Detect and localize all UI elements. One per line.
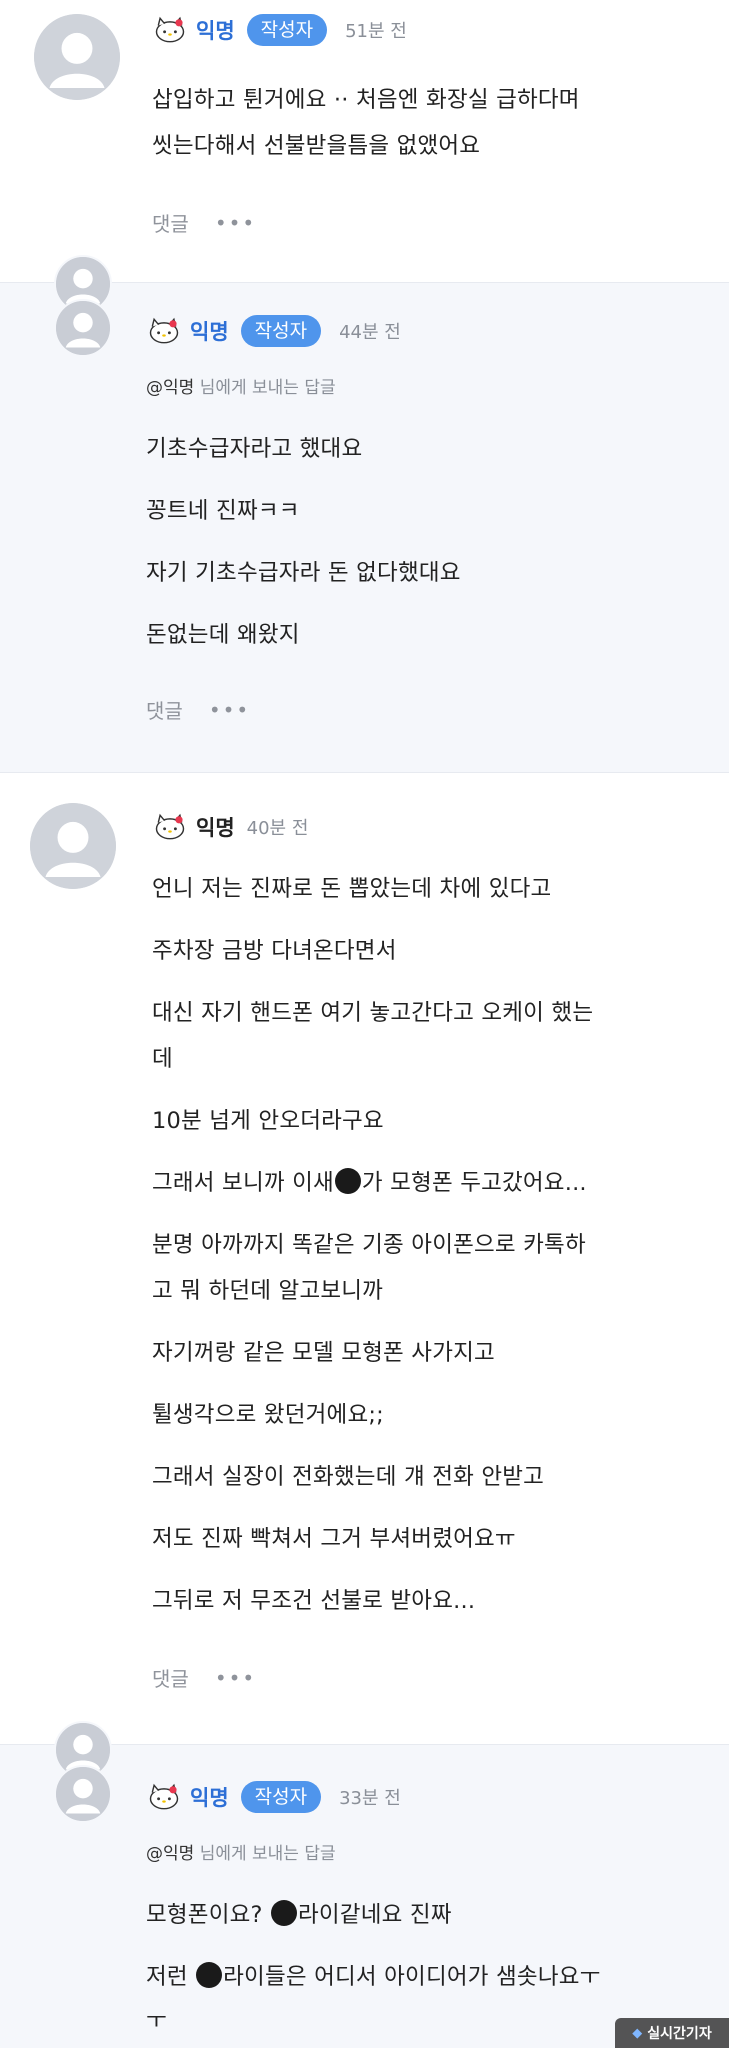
- comment-text-line: 분명 아까까지 똑같은 기종 아이폰으로 카톡하: [152, 1232, 586, 1258]
- nickname[interactable]: 익명: [190, 316, 229, 346]
- comment-text-line: 그래서 보니까 이새 가 모형폰 두고갔어요...: [152, 1165, 587, 1197]
- avatar[interactable]: [34, 14, 120, 100]
- comment-actions: 댓글 •••: [146, 695, 250, 724]
- comment-item: 익명 작성자 51분 전 삽입하고 튄거에요 ·· 처음엔 화장실 급하다며 씻…: [0, 0, 729, 282]
- comment-text-line: 기초수급자라고 했대요: [146, 436, 363, 462]
- author-badge: 작성자: [240, 314, 322, 348]
- author-badge: 작성자: [240, 1780, 322, 1814]
- reply-item: 익명 작성자 44분 전 @익명 님에게 보내는 답글 기초수급자라고 했대요 …: [0, 255, 729, 772]
- censor-blot: [196, 1962, 223, 1988]
- reply-button[interactable]: 댓글: [152, 1663, 189, 1692]
- comment-text-line: 튈생각으로 왔던거에요;;: [152, 1402, 384, 1428]
- comment-text-line: 데: [152, 1046, 173, 1072]
- timestamp: 40분 전: [246, 818, 309, 839]
- reply-button[interactable]: 댓글: [152, 208, 189, 237]
- comment-thread: 익명 작성자 51분 전 삽입하고 튄거에요 ·· 처음엔 화장실 급하다며 씻…: [0, 0, 729, 2048]
- logo-icon: ◆: [632, 2025, 643, 2041]
- comment-meta: 익명 작성자 51분 전: [152, 12, 407, 48]
- author-badge: 작성자: [246, 13, 328, 47]
- timestamp: 33분 전: [339, 1788, 401, 1809]
- watermark-text: 실시간기자: [647, 2026, 712, 2042]
- comment-text-line: ㅜ: [146, 2008, 167, 2034]
- hello-kitty-icon: [155, 813, 185, 840]
- text-segment: 라이들은 어디서 아이디어가 샘솟나요ㅜ: [223, 1964, 601, 1990]
- comment-meta: 익명 40분 전: [152, 809, 308, 845]
- text-segment: 그래서 보니까 이새: [152, 1170, 334, 1196]
- hello-kitty-icon: [149, 317, 179, 344]
- mention-suffix: 님에게 보내는 답글: [199, 378, 336, 398]
- comment-text-line: 자기꺼랑 같은 모델 모형폰 사가지고: [152, 1340, 495, 1366]
- reply-item: 익명 작성자 33분 전 @익명 님에게 보내는 답글 모형폰이요? 라이같네요…: [0, 1721, 729, 2048]
- timestamp: 44분 전: [339, 322, 401, 343]
- comment-text-line: 모형폰이요? 라이같네요 진짜: [146, 1897, 452, 1929]
- text-segment: 라이같네요 진짜: [298, 1902, 452, 1928]
- reply-button[interactable]: 댓글: [146, 695, 183, 724]
- more-options-button[interactable]: •••: [209, 698, 250, 722]
- nickname[interactable]: 익명: [190, 1782, 229, 1812]
- comment-text-line: 주차장 금방 다녀온다면서: [152, 938, 397, 964]
- hello-kitty-icon: [155, 16, 185, 43]
- comment-actions: 댓글 •••: [152, 208, 256, 237]
- more-options-button[interactable]: •••: [215, 1666, 256, 1690]
- hello-kitty-icon: [149, 1783, 179, 1810]
- avatar[interactable]: [54, 299, 112, 357]
- censor-blot: [334, 1168, 361, 1194]
- avatar[interactable]: [54, 1765, 112, 1823]
- comment-text-line: 저런 라이들은 어디서 아이디어가 샘솟나요ㅜ: [146, 1959, 601, 1991]
- mention-user[interactable]: @익명: [146, 378, 194, 398]
- nickname[interactable]: 익명: [196, 15, 235, 45]
- reply-mention: @익명 님에게 보내는 답글: [146, 1839, 336, 1864]
- timestamp: 51분 전: [345, 21, 407, 42]
- comment-meta: 익명 작성자 44분 전: [146, 313, 401, 349]
- reply-avatar-stack: [54, 255, 114, 385]
- comment-text-line: 언니 저는 진짜로 돈 뽑았는데 차에 있다고: [152, 876, 552, 902]
- comment-text-line: 그뒤로 저 무조건 선불로 받아요...: [152, 1588, 476, 1614]
- comment-meta: 익명 작성자 33분 전: [146, 1779, 401, 1815]
- reply-mention: @익명 님에게 보내는 답글: [146, 373, 336, 398]
- mention-user[interactable]: @익명: [146, 1844, 194, 1864]
- censor-blot: [271, 1900, 297, 1926]
- more-options-button[interactable]: •••: [215, 211, 256, 235]
- text-segment: 가 모형폰 두고갔어요...: [361, 1170, 587, 1196]
- comment-text-line: 그래서 실장이 전화했는데 걔 전화 안받고: [152, 1464, 545, 1490]
- comment-text-line: 자기 기초수급자라 돈 없다했대요: [146, 560, 461, 586]
- mention-suffix: 님에게 보내는 답글: [199, 1844, 336, 1864]
- comment-text-line: 꽁트네 진짜ㅋㅋ: [146, 498, 300, 524]
- watermark: ◆ 실시간기자: [615, 2018, 729, 2048]
- nickname[interactable]: 익명: [196, 812, 235, 842]
- text-segment: 저런: [146, 1964, 196, 1990]
- comment-text-line: 10분 넘게 안오더라구요: [152, 1108, 384, 1134]
- comment-text-line: 저도 진짜 빡쳐서 그거 부셔버렸어요ㅠ: [152, 1526, 516, 1552]
- comment-text-line: 돈없는데 왜왔지: [146, 622, 300, 648]
- comment-item: 익명 40분 전 언니 저는 진짜로 돈 뽑았는데 차에 있다고 주차장 금방 …: [0, 772, 729, 1744]
- comment-text-line: 삽입하고 튄거에요 ·· 처음엔 화장실 급하다며: [152, 87, 580, 113]
- comment-text-line: 씻는다해서 선불받을틈을 없앴어요: [152, 133, 481, 159]
- reply-avatar-stack: [54, 1721, 114, 1851]
- comment-text-line: 대신 자기 핸드폰 여기 놓고간다고 오케이 했는: [152, 1000, 594, 1026]
- text-segment: 모형폰이요?: [146, 1902, 270, 1928]
- comment-actions: 댓글 •••: [152, 1663, 256, 1692]
- avatar[interactable]: [30, 803, 116, 889]
- comment-text-line: 고 뭐 하던데 알고보니까: [152, 1278, 384, 1304]
